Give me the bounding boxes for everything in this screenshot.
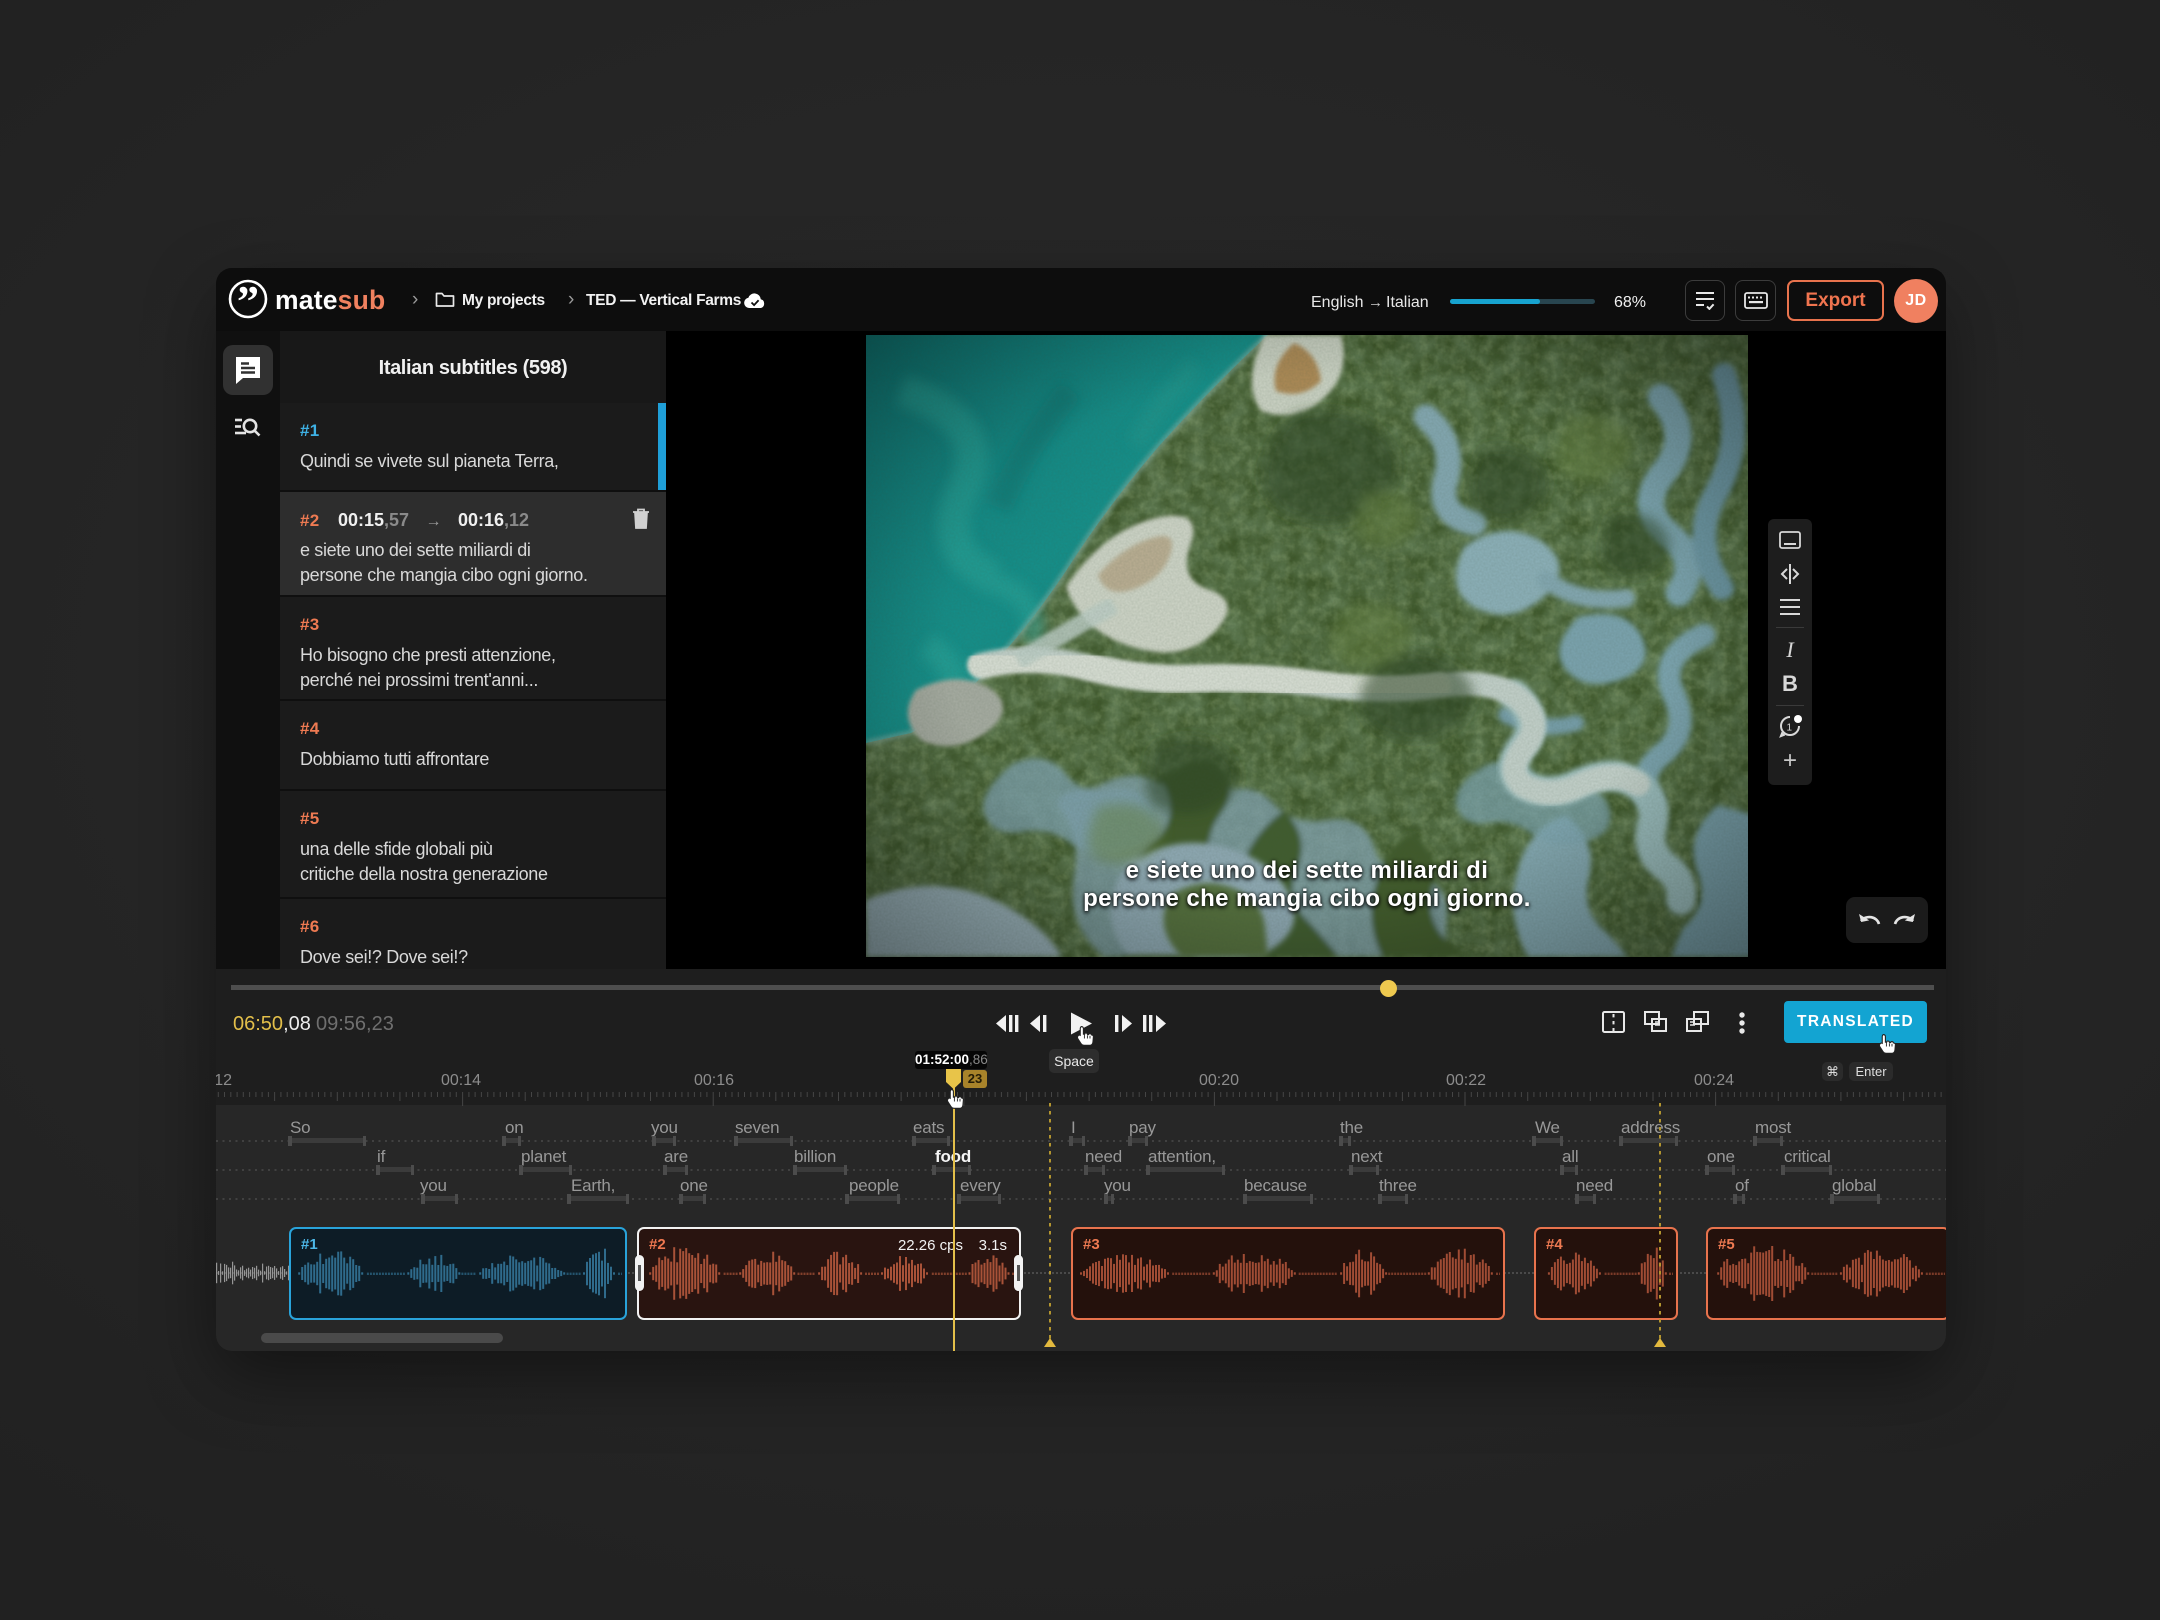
svg-text:1: 1 (1787, 723, 1793, 734)
svg-text:”: ” (237, 279, 259, 319)
